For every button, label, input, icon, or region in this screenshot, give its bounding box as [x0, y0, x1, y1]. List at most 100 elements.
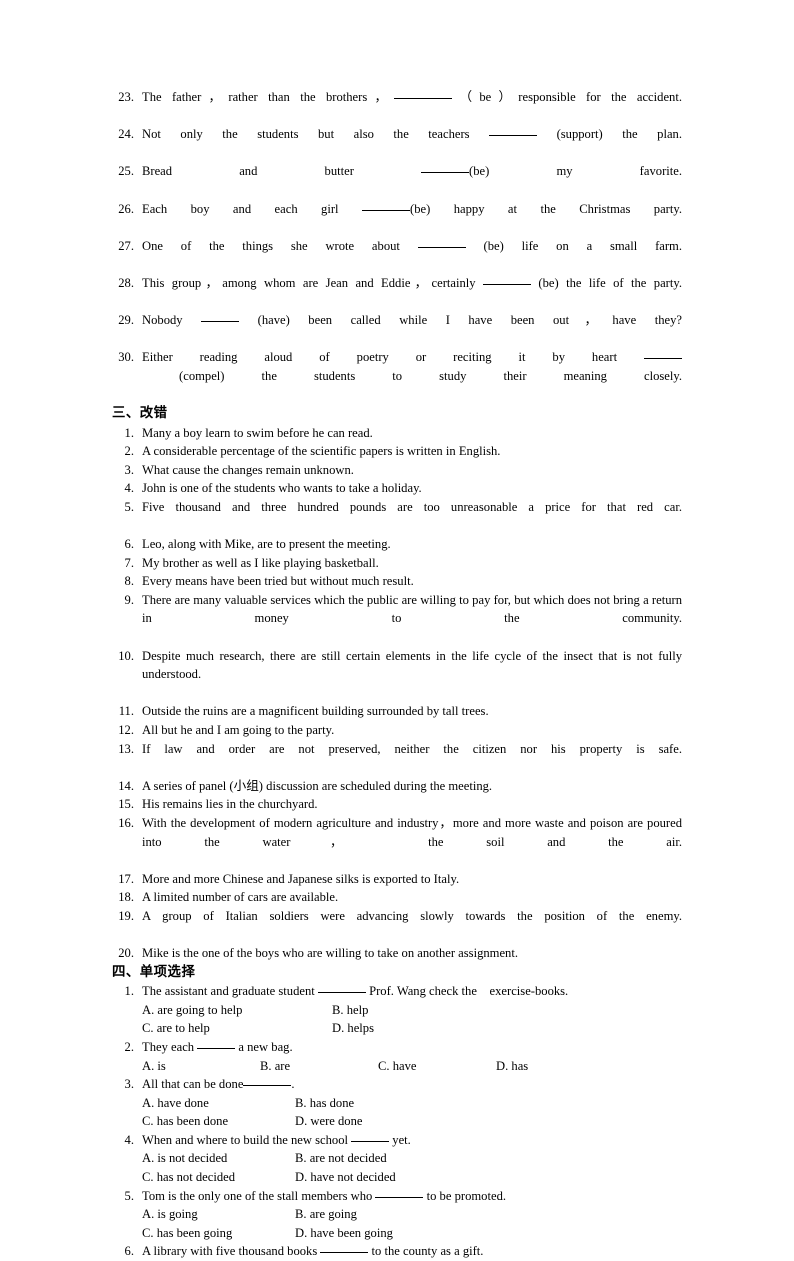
item-number: 3. — [124, 462, 134, 477]
item-body: Nobody (have) been called while I have b… — [142, 311, 682, 348]
list-item: 3. What cause the changes remain unknown. — [112, 461, 682, 480]
list-item: 4. John is one of the students who wants … — [112, 479, 682, 498]
item-number: 1. — [124, 984, 134, 999]
item-text-run: (be) my favorite. — [469, 164, 682, 179]
answer-option[interactable]: B. has done — [295, 1094, 448, 1113]
item-text-run: This group，among whom are Jean and Eddie… — [142, 275, 484, 290]
list-item: 6. Leo, along with Mike, are to present t… — [112, 535, 682, 554]
answer-option[interactable]: C. are to help — [142, 1019, 332, 1038]
list-item: 1. Many a boy learn to swim before he can… — [112, 424, 682, 443]
answer-option[interactable]: A. is not decided — [142, 1149, 295, 1168]
item-text-run: . — [291, 1077, 295, 1092]
item-number: 19. — [118, 908, 134, 923]
option-row: A. is B. are C. have D. has — [112, 1057, 682, 1076]
answer-blank[interactable] — [243, 1075, 292, 1087]
list-item: 2. A considerable percentage of the scien… — [112, 442, 682, 461]
item-number: 16. — [118, 815, 134, 830]
answer-blank[interactable] — [483, 274, 532, 285]
answer-option[interactable]: D. helps — [332, 1019, 522, 1038]
answer-blank[interactable] — [489, 125, 538, 137]
item-body: More and more Chinese and Japanese silks… — [142, 871, 460, 886]
item-number: 28. — [118, 275, 134, 290]
item-body: This group，among whom are Jean and Eddie… — [142, 274, 682, 311]
answer-blank[interactable] — [417, 236, 466, 248]
option-row: A. have done B. has done — [112, 1094, 682, 1113]
item-number: 4. — [124, 1132, 134, 1147]
answer-option[interactable]: D. have not decided — [295, 1168, 448, 1187]
option-row: A. are going to help B. help — [112, 1001, 682, 1020]
item-number: 30. — [118, 350, 134, 365]
item-text-run: (be) happy at the Christmas party. — [410, 201, 682, 216]
item-body: All that can be done. — [142, 1075, 682, 1094]
option-row: C. are to help D. helps — [112, 1019, 682, 1038]
item-text-run: One of the things she wrote about — [142, 238, 418, 253]
answer-option[interactable]: B. are not decided — [295, 1149, 448, 1168]
item-body: The assistant and graduate student Prof.… — [142, 982, 682, 1001]
item-number: 2. — [124, 1039, 134, 1054]
item-text-run: yet. — [389, 1132, 411, 1147]
list-item: 29. Nobody (have) been called while I hav… — [112, 311, 682, 348]
answer-blank[interactable] — [375, 1186, 424, 1198]
answer-blank[interactable] — [394, 88, 453, 99]
list-item: 27. One of the things she wrote about (be… — [112, 237, 682, 274]
item-body: Leo, along with Mike, are to present the… — [142, 537, 391, 552]
fill-in-the-blank-list: 23. The father，rather than the brothers， （… — [112, 88, 682, 404]
answer-blank[interactable] — [644, 348, 682, 360]
answer-blank[interactable] — [197, 1038, 236, 1049]
answer-option[interactable]: D. has — [496, 1057, 614, 1076]
option-row: C. has been going D. have been going — [112, 1224, 682, 1243]
item-number: 26. — [118, 201, 134, 216]
item-text-run: (be) life on a small farm. — [465, 238, 682, 253]
list-item: 17. More and more Chinese and Japanese si… — [112, 870, 682, 889]
list-item: 11. Outside the ruins are a magnificent b… — [112, 702, 682, 721]
item-text-run: (have) been called while I have been out… — [239, 313, 682, 328]
answer-option[interactable]: B. help — [332, 1001, 522, 1020]
item-number: 17. — [118, 871, 134, 886]
list-item: 14. A series of panel (小组) discussion are… — [112, 777, 682, 796]
item-body: All but he and I am going to the party. — [142, 723, 335, 737]
item-text-run: Not only the students but also the teach… — [142, 127, 490, 142]
list-item: 18. A limited number of cars are availabl… — [112, 888, 682, 907]
list-item: 16. With the development of modern agricu… — [112, 814, 682, 870]
item-body: A limited number of cars are available. — [142, 890, 339, 905]
item-number: 6. — [124, 1244, 134, 1259]
item-number: 2. — [124, 444, 134, 459]
list-item: 26. Each boy and each girl (be) happy at … — [112, 200, 682, 237]
answer-blank[interactable] — [421, 162, 470, 174]
answer-blank[interactable] — [317, 982, 366, 994]
answer-option[interactable]: C. has not decided — [142, 1168, 295, 1187]
item-text-run: All that can be done — [142, 1077, 244, 1092]
answer-blank[interactable] — [201, 311, 240, 323]
answer-option[interactable]: B. are — [260, 1057, 378, 1076]
list-item: 6. A library with five thousand books to … — [112, 1242, 682, 1261]
item-body: Many a boy learn to swim before he can r… — [142, 425, 373, 440]
answer-option[interactable]: A. have done — [142, 1094, 295, 1113]
answer-option[interactable]: C. has been going — [142, 1224, 295, 1243]
option-row: C. has been done D. were done — [112, 1112, 682, 1131]
answer-blank[interactable] — [351, 1131, 390, 1142]
list-item: 23. The father，rather than the brothers， （… — [112, 88, 682, 125]
item-body: One of the things she wrote about (be) l… — [142, 237, 682, 274]
answer-option[interactable]: A. is — [142, 1057, 260, 1076]
answer-blank[interactable] — [320, 1242, 369, 1254]
list-item: 30. Either reading aloud of poetry or rec… — [112, 348, 682, 404]
answer-option[interactable]: D. have been going — [295, 1224, 448, 1243]
answer-option[interactable]: A. is going — [142, 1205, 295, 1224]
list-item: 9. There are many valuable services which… — [112, 591, 682, 647]
item-number: 15. — [118, 797, 134, 812]
item-number: 11. — [118, 704, 134, 719]
item-text-run: (be) the life of the party. — [531, 275, 683, 290]
answer-option[interactable]: C. has been done — [142, 1112, 295, 1131]
item-text-run: Prof. Wang check the exercise-books. — [365, 984, 569, 999]
answer-option[interactable]: A. are going to help — [142, 1001, 332, 1020]
list-item: 28. This group，among whom are Jean and Ed… — [112, 274, 682, 311]
item-text-run: A library with five thousand books — [142, 1244, 321, 1259]
item-body: Mike is the one of the boys who are will… — [142, 946, 518, 961]
error-correction-list: 1. Many a boy learn to swim before he can… — [112, 424, 682, 963]
answer-option[interactable]: D. were done — [295, 1112, 448, 1131]
option-row: C. has not decided D. have not decided — [112, 1168, 682, 1187]
answer-blank[interactable] — [362, 199, 410, 211]
list-item: 1. The assistant and graduate student Pro… — [112, 982, 682, 1001]
answer-option[interactable]: B. are going — [295, 1205, 448, 1224]
answer-option[interactable]: C. have — [378, 1057, 496, 1076]
